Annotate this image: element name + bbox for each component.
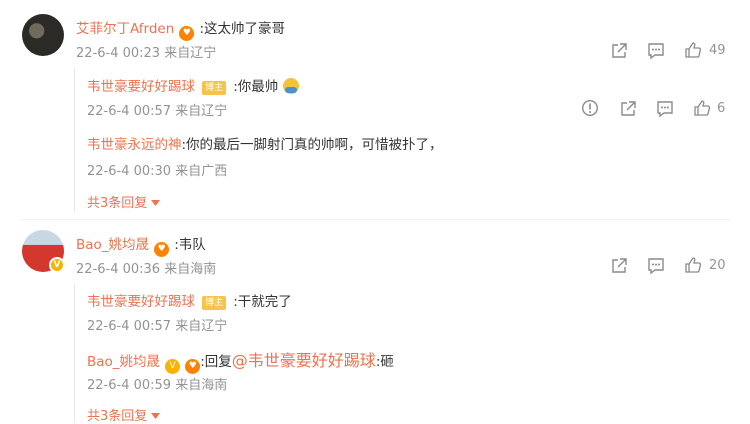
author-badge: 博主 [202, 81, 227, 95]
comment-text: :韦队 [174, 237, 206, 253]
comment-time: 22-6-4 00:36 [76, 262, 161, 277]
reply-text: :你的最后一脚射门真的帅啊，可惜被扑了， [181, 137, 443, 153]
comment-location: 来自辽宁 [164, 46, 217, 61]
reply-header: 韦世豪要好好踢球 博主 :你最帅 [87, 75, 300, 95]
comment-icon[interactable] [656, 100, 674, 118]
reply-author[interactable]: 韦世豪要好好踢球 [87, 79, 195, 95]
more-replies-link[interactable]: 共3条回复 [87, 405, 161, 424]
like-count: 49 [709, 43, 726, 58]
fan-badge-icon: ♥ [154, 242, 170, 257]
reply-location: 来自辽宁 [175, 319, 228, 334]
reply-location: 来自辽宁 [175, 104, 228, 119]
avatar[interactable] [22, 14, 64, 56]
reply-location: 来自广西 [175, 164, 228, 179]
hug-emoji-icon [283, 78, 300, 94]
verified-badge-icon: V [165, 359, 181, 374]
like-count: 6 [717, 101, 726, 116]
mention-link[interactable]: @韦世豪要好好踢球 [232, 351, 376, 370]
comment-icon[interactable] [647, 257, 665, 275]
reply-meta: 22-6-4 00:30 来自广西 [87, 160, 227, 179]
reply-location: 来自海南 [175, 378, 228, 393]
like-count: 20 [709, 258, 726, 273]
reply-time: 22-6-4 00:30 [87, 164, 172, 179]
author-badge: 博主 [202, 296, 227, 310]
more-replies-link[interactable]: 共3条回复 [87, 192, 161, 211]
reply-meta: 22-6-4 00:57 来自辽宁 [87, 315, 227, 334]
reply-header: Bao_姚均晟 V ♥:回复@韦世豪要好好踢球:砸 [87, 347, 394, 374]
reply-header: 韦世豪永远的神:你的最后一脚射门真的帅啊，可惜被扑了， [87, 133, 443, 153]
comment-time: 22-6-4 00:23 [76, 46, 161, 61]
comment-author[interactable]: Bao_姚均晟 [76, 237, 149, 253]
thumbs-up-icon[interactable] [684, 41, 702, 59]
reply-time: 22-6-4 00:57 [87, 104, 172, 119]
reply-meta: 22-6-4 00:57 来自辽宁 [87, 100, 227, 119]
comment-header: 艾菲尔丁Afrden ♥ :这太帅了豪哥 [76, 17, 285, 41]
reply-time: 22-6-4 00:59 [87, 378, 172, 393]
thumbs-up-icon[interactable] [693, 99, 711, 117]
comment-location: 来自海南 [164, 262, 217, 277]
reply-text-prefix: :回复 [200, 354, 232, 370]
reply-thread-border [74, 284, 75, 423]
fan-badge-icon: ♥ [179, 26, 195, 41]
comment-author[interactable]: 艾菲尔丁Afrden [76, 21, 174, 37]
chevron-down-icon [151, 200, 161, 206]
reply-time: 22-6-4 00:57 [87, 319, 172, 334]
share-icon[interactable] [610, 257, 628, 275]
reply-header: 韦世豪要好好踢球 博主 :干就完了 [87, 290, 292, 310]
share-icon[interactable] [610, 42, 628, 60]
comment-header: Bao_姚均晟 ♥ :韦队 [76, 233, 206, 257]
fan-badge-icon: ♥ [185, 359, 201, 374]
comment-meta: 22-6-4 00:23 来自辽宁 [76, 42, 216, 61]
reply-author[interactable]: 韦世豪永远的神 [87, 137, 182, 153]
report-icon[interactable] [581, 99, 599, 117]
share-icon[interactable] [619, 100, 637, 118]
comment-icon[interactable] [647, 42, 665, 60]
verified-badge-icon: V [49, 257, 65, 273]
more-replies-label: 共3条回复 [87, 409, 148, 424]
reply-thread-border [74, 68, 75, 212]
comment-text: :这太帅了豪哥 [199, 21, 286, 37]
thumbs-up-icon[interactable] [684, 256, 702, 274]
comment-meta: 22-6-4 00:36 来自海南 [76, 258, 216, 277]
reply-text: :干就完了 [233, 294, 292, 310]
reply-author[interactable]: 韦世豪要好好踢球 [87, 294, 195, 310]
more-replies-label: 共3条回复 [87, 196, 148, 211]
comment-divider [20, 219, 730, 220]
reply-author[interactable]: Bao_姚均晟 [87, 354, 160, 370]
reply-meta: 22-6-4 00:59 来自海南 [87, 374, 227, 393]
reply-text: :你最帅 [233, 79, 279, 95]
chevron-down-icon [151, 413, 161, 419]
reply-text: :砸 [375, 354, 394, 370]
